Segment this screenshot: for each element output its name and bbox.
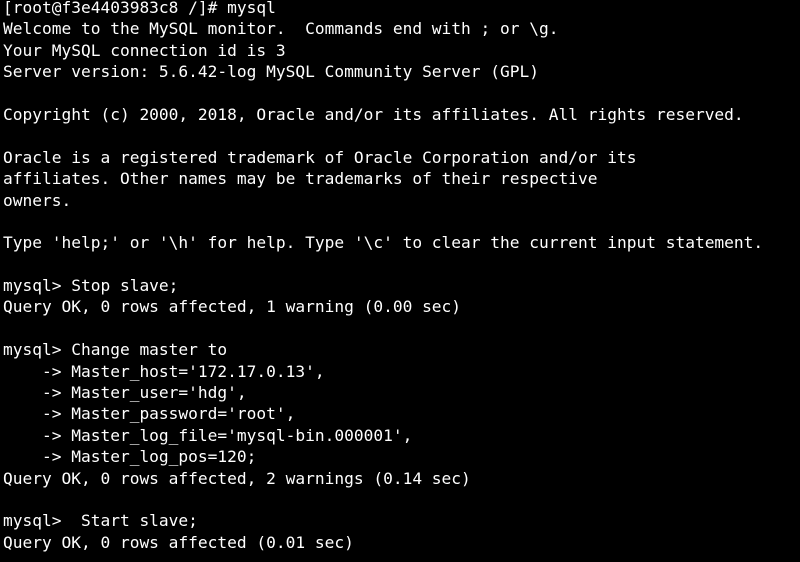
connection-id-line: Your MySQL connection id is 3 bbox=[3, 40, 286, 60]
command-continuation-line: -> Master_user='hdg', bbox=[3, 383, 247, 403]
command-continuation-line: -> Master_log_pos=120; bbox=[3, 447, 257, 467]
query-result-line: Query OK, 0 rows affected, 1 warning (0.… bbox=[3, 297, 462, 317]
shell-prompt-line: [root@f3e4403983c8 /]# mysql bbox=[3, 0, 276, 17]
command-continuation-line: -> Master_log_file='mysql-bin.000001', bbox=[3, 425, 413, 445]
terminal-window[interactable]: [root@f3e4403983c8 /]# mysql Welcome to … bbox=[0, 0, 800, 562]
query-result-line: Query OK, 0 rows affected, 2 warnings (0… bbox=[3, 468, 471, 488]
welcome-message-line: Welcome to the MySQL monitor. Commands e… bbox=[3, 19, 559, 39]
mysql-command-line: mysql> Start slave; bbox=[3, 511, 198, 531]
server-version-line: Server version: 5.6.42-log MySQL Communi… bbox=[3, 62, 540, 82]
help-hint-line: Type 'help;' or '\h' for help. Type '\c'… bbox=[3, 233, 764, 253]
trademark-line: Oracle is a registered trademark of Orac… bbox=[3, 147, 637, 167]
trademark-line: affiliates. Other names may be trademark… bbox=[3, 169, 598, 189]
query-result-line: Query OK, 0 rows affected (0.01 sec) bbox=[3, 532, 354, 552]
trademark-line: owners. bbox=[3, 190, 72, 210]
mysql-command-line: mysql> Stop slave; bbox=[3, 276, 179, 296]
copyright-line: Copyright (c) 2000, 2018, Oracle and/or … bbox=[3, 104, 744, 124]
command-continuation-line: -> Master_password='root', bbox=[3, 404, 296, 424]
mysql-command-line: mysql> Change master to bbox=[3, 340, 228, 360]
command-continuation-line: -> Master_host='172.17.0.13', bbox=[3, 361, 325, 381]
